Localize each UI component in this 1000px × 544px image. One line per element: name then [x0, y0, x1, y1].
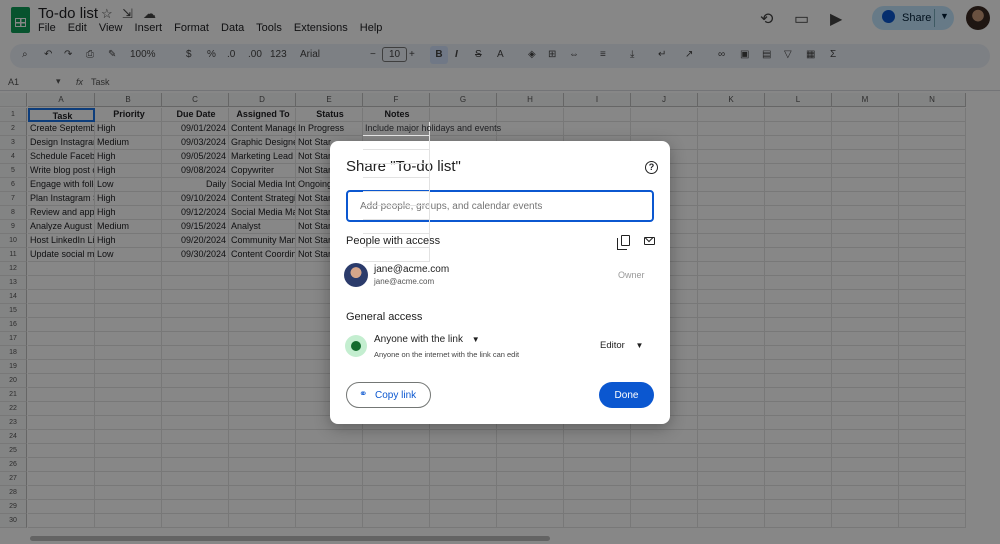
copy-emails-icon[interactable] — [617, 235, 630, 250]
copy-link-button[interactable]: ⚭ Copy link — [346, 382, 431, 408]
access-description: Anyone on the internet with the link can… — [374, 350, 520, 359]
table-cell[interactable] — [363, 164, 430, 178]
link-icon: ⚭ — [359, 389, 368, 400]
table-cell[interactable] — [363, 206, 430, 220]
user-email: jane@acme.com — [374, 277, 435, 286]
help-icon[interactable]: ? — [645, 161, 658, 174]
access-level-label: Anyone with the link — [374, 334, 463, 345]
chevron-down-icon: ▼ — [471, 335, 480, 344]
access-level-select[interactable]: Anyone with the link ▼ — [374, 334, 480, 345]
table-cell[interactable] — [363, 192, 430, 206]
table-cell[interactable] — [363, 150, 430, 164]
done-button[interactable]: Done — [599, 382, 654, 408]
table-cell[interactable] — [363, 220, 430, 234]
table-cell[interactable] — [363, 248, 430, 262]
general-access-heading: General access — [346, 311, 423, 323]
user-avatar — [344, 263, 368, 287]
copy-link-label: Copy link — [375, 390, 417, 401]
mail-icon[interactable] — [644, 237, 655, 245]
owner-role-label: Owner — [618, 270, 645, 280]
role-label: Editor — [600, 340, 625, 351]
chevron-down-icon: ▼ — [635, 341, 644, 350]
globe-icon — [345, 335, 367, 357]
table-cell[interactable]: Include major holidays and events — [363, 122, 501, 136]
user-name: jane@acme.com — [374, 264, 450, 275]
table-cell[interactable] — [363, 136, 430, 150]
role-select[interactable]: Editor ▼ — [600, 340, 643, 351]
table-cell[interactable] — [363, 178, 430, 192]
table-cell[interactable] — [363, 234, 430, 248]
